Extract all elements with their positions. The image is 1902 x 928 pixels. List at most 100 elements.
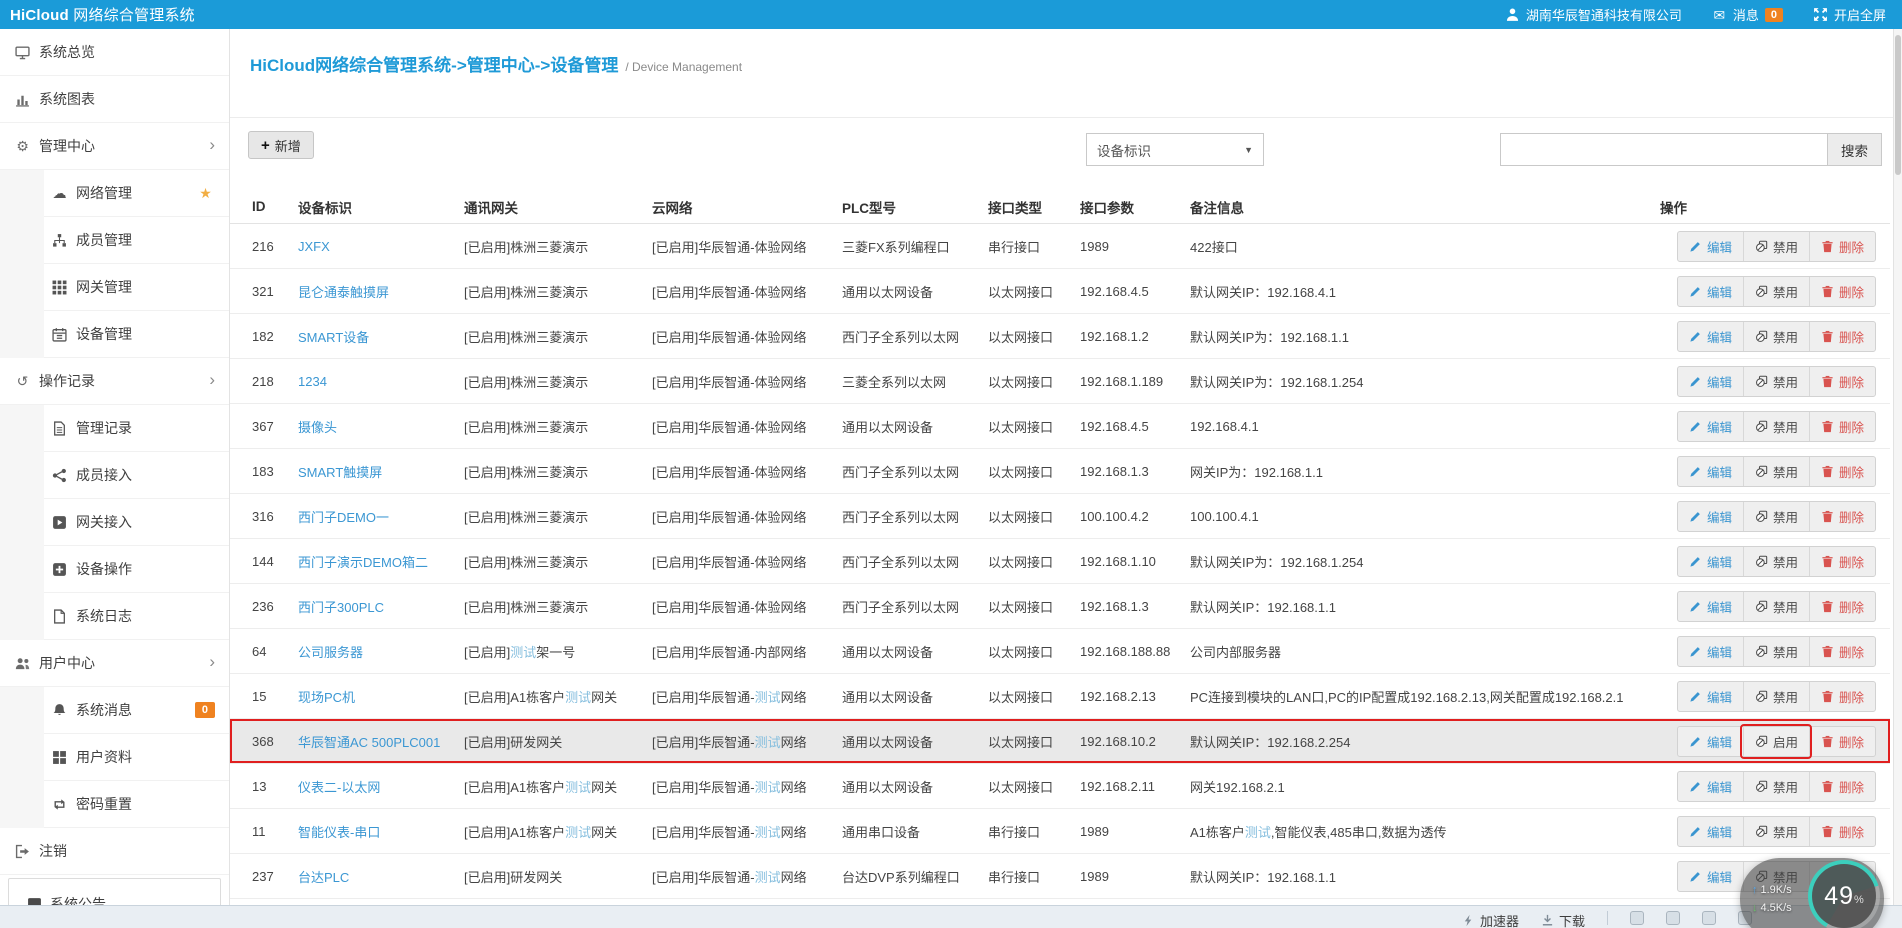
sidebar-item-3[interactable]: ☁ 网络管理 ★ — [0, 170, 229, 217]
messages-menu[interactable]: ✉ 消息 0 — [1712, 5, 1783, 24]
sidebar-item-5[interactable]: 网关管理 — [0, 264, 229, 311]
edit-button[interactable]: 编辑 — [1678, 817, 1743, 846]
device-link[interactable]: 1234 — [298, 374, 327, 389]
disable-button[interactable]: 禁用 — [1742, 276, 1809, 306]
filter-select[interactable]: 设备标识 ▼ — [1086, 133, 1264, 166]
edit-button-label: 编辑 — [1706, 465, 1732, 480]
disable-button[interactable]: 禁用 — [1742, 546, 1809, 576]
enable-button-label: 启用 — [1772, 735, 1798, 750]
edit-button[interactable]: 编辑 — [1678, 502, 1743, 531]
search-button[interactable]: 搜索 — [1827, 133, 1882, 166]
sidebar-item-7[interactable]: ↺ 操作记录 › — [0, 358, 229, 405]
delete-button[interactable]: 删除 — [1808, 501, 1875, 531]
device-link[interactable]: 西门子DEMO一 — [298, 510, 389, 525]
disable-button[interactable]: 禁用 — [1742, 366, 1809, 396]
sidebar-item-6[interactable]: 设备管理 — [0, 311, 229, 358]
edit-button[interactable]: 编辑 — [1678, 547, 1743, 576]
device-link[interactable]: SMART设备 — [298, 330, 369, 345]
disable-button[interactable]: 禁用 — [1742, 231, 1809, 261]
device-link[interactable]: 公司服务器 — [298, 645, 363, 660]
disable-button[interactable]: 禁用 — [1742, 636, 1809, 666]
cell-remark: 公司内部服务器 — [1190, 644, 1282, 660]
delete-button[interactable]: 删除 — [1808, 411, 1875, 441]
device-link[interactable]: 仪表二-以太网 — [298, 780, 380, 795]
enable-button[interactable]: 启用 — [1739, 723, 1812, 759]
device-link[interactable]: 西门子演示DEMO箱二 — [298, 555, 428, 570]
cell-id: 182 — [252, 328, 274, 344]
edit-button[interactable]: 编辑 — [1678, 727, 1743, 756]
disable-button[interactable]: 禁用 — [1742, 456, 1809, 486]
cell-gateway: [已启用]测试架一号 — [464, 644, 576, 660]
edit-button[interactable]: 编辑 — [1678, 322, 1743, 351]
sidebar-item-10[interactable]: 网关接入 — [0, 499, 229, 546]
sidebar-item-8[interactable]: 管理记录 — [0, 405, 229, 452]
delete-button[interactable]: 删除 — [1808, 546, 1875, 576]
delete-button[interactable]: 删除 — [1808, 636, 1875, 666]
add-button[interactable]: + 新增 — [248, 131, 314, 159]
download-button[interactable]: 下载 — [1541, 911, 1585, 928]
delete-button[interactable]: 删除 — [1808, 456, 1875, 486]
sidebar-item-17[interactable]: 注销 — [0, 828, 229, 875]
delete-button[interactable]: 删除 — [1808, 726, 1875, 756]
sidebar-item-11[interactable]: 设备操作 — [0, 546, 229, 593]
sidebar-item-4[interactable]: 成员管理 — [0, 217, 229, 264]
delete-button[interactable]: 删除 — [1808, 231, 1875, 261]
sidebar-item-0[interactable]: 系统总览 — [0, 29, 229, 76]
sidebar-item-16[interactable]: 密码重置 — [0, 781, 229, 828]
device-link[interactable]: JXFX — [298, 239, 330, 254]
delete-button[interactable]: 删除 — [1808, 591, 1875, 621]
disable-button[interactable]: 禁用 — [1742, 681, 1809, 711]
sidebar-item-12[interactable]: 系统日志 — [0, 593, 229, 640]
delete-button[interactable]: 删除 — [1808, 771, 1875, 801]
browser-tool-icon[interactable] — [1666, 911, 1680, 925]
company-menu[interactable]: 湖南华辰智通科技有限公司 — [1505, 5, 1682, 24]
device-link[interactable]: 台达PLC — [298, 870, 349, 885]
disable-button[interactable]: 禁用 — [1742, 501, 1809, 531]
delete-button[interactable]: 删除 — [1808, 366, 1875, 396]
device-link[interactable]: 昆仑通泰触摸屏 — [298, 285, 389, 300]
search-input[interactable] — [1500, 133, 1827, 166]
disable-button[interactable]: 禁用 — [1742, 591, 1809, 621]
edit-button-label: 编辑 — [1706, 555, 1732, 570]
browser-tool-icon[interactable] — [1630, 911, 1644, 925]
sidebar-item-9[interactable]: 成员接入 — [0, 452, 229, 499]
sidebar-item-13[interactable]: 用户中心 › — [0, 640, 229, 687]
device-link[interactable]: 摄像头 — [298, 420, 337, 435]
device-link[interactable]: 智能仪表-串口 — [298, 825, 380, 840]
delete-button[interactable]: 删除 — [1808, 681, 1875, 711]
page-scrollbar[interactable] — [1893, 29, 1902, 905]
delete-button[interactable]: 删除 — [1808, 276, 1875, 306]
edit-button[interactable]: 编辑 — [1678, 682, 1743, 711]
device-link[interactable]: 西门子300PLC — [298, 600, 384, 615]
sidebar-item-1[interactable]: 系统图表 — [0, 76, 229, 123]
disable-button[interactable]: 禁用 — [1742, 816, 1809, 846]
sidebar-item-15[interactable]: 用户资料 — [0, 734, 229, 781]
disable-button[interactable]: 禁用 — [1742, 771, 1809, 801]
device-link[interactable]: 现场PC机 — [298, 690, 355, 705]
accelerator-button[interactable]: 加速器 — [1462, 911, 1519, 928]
device-link[interactable]: 华辰智通AC 500PLC001 — [298, 735, 440, 750]
edit-button[interactable]: 编辑 — [1678, 772, 1743, 801]
edit-button[interactable]: 编辑 — [1678, 277, 1743, 306]
sidebar-item-2[interactable]: ⚙ 管理中心 › — [0, 123, 229, 170]
speed-monitor-widget[interactable]: ↑ 1.9K/s ↓ 4.5K/s 49 % — [1740, 858, 1884, 928]
share-icon — [52, 468, 67, 483]
device-link[interactable]: SMART触摸屏 — [298, 465, 382, 480]
edit-button[interactable]: 编辑 — [1678, 412, 1743, 441]
scrollbar-thumb[interactable] — [1895, 35, 1901, 175]
delete-button[interactable]: 删除 — [1808, 816, 1875, 846]
star-icon: ★ — [199, 185, 212, 201]
edit-button[interactable]: 编辑 — [1678, 367, 1743, 396]
edit-button[interactable]: 编辑 — [1678, 862, 1743, 891]
edit-button[interactable]: 编辑 — [1678, 637, 1743, 666]
fullscreen-button[interactable]: 开启全屏 — [1813, 5, 1886, 24]
edit-button[interactable]: 编辑 — [1678, 592, 1743, 621]
delete-button[interactable]: 删除 — [1808, 321, 1875, 351]
browser-tool-icon[interactable] — [1702, 911, 1716, 925]
sidebar-item-14[interactable]: 系统消息 0 — [0, 687, 229, 734]
edit-button[interactable]: 编辑 — [1678, 232, 1743, 261]
disable-button[interactable]: 禁用 — [1742, 411, 1809, 441]
cell-remark: 默认网关IP为：192.168.1.1 — [1190, 329, 1349, 345]
edit-button[interactable]: 编辑 — [1678, 457, 1743, 486]
disable-button[interactable]: 禁用 — [1742, 321, 1809, 351]
